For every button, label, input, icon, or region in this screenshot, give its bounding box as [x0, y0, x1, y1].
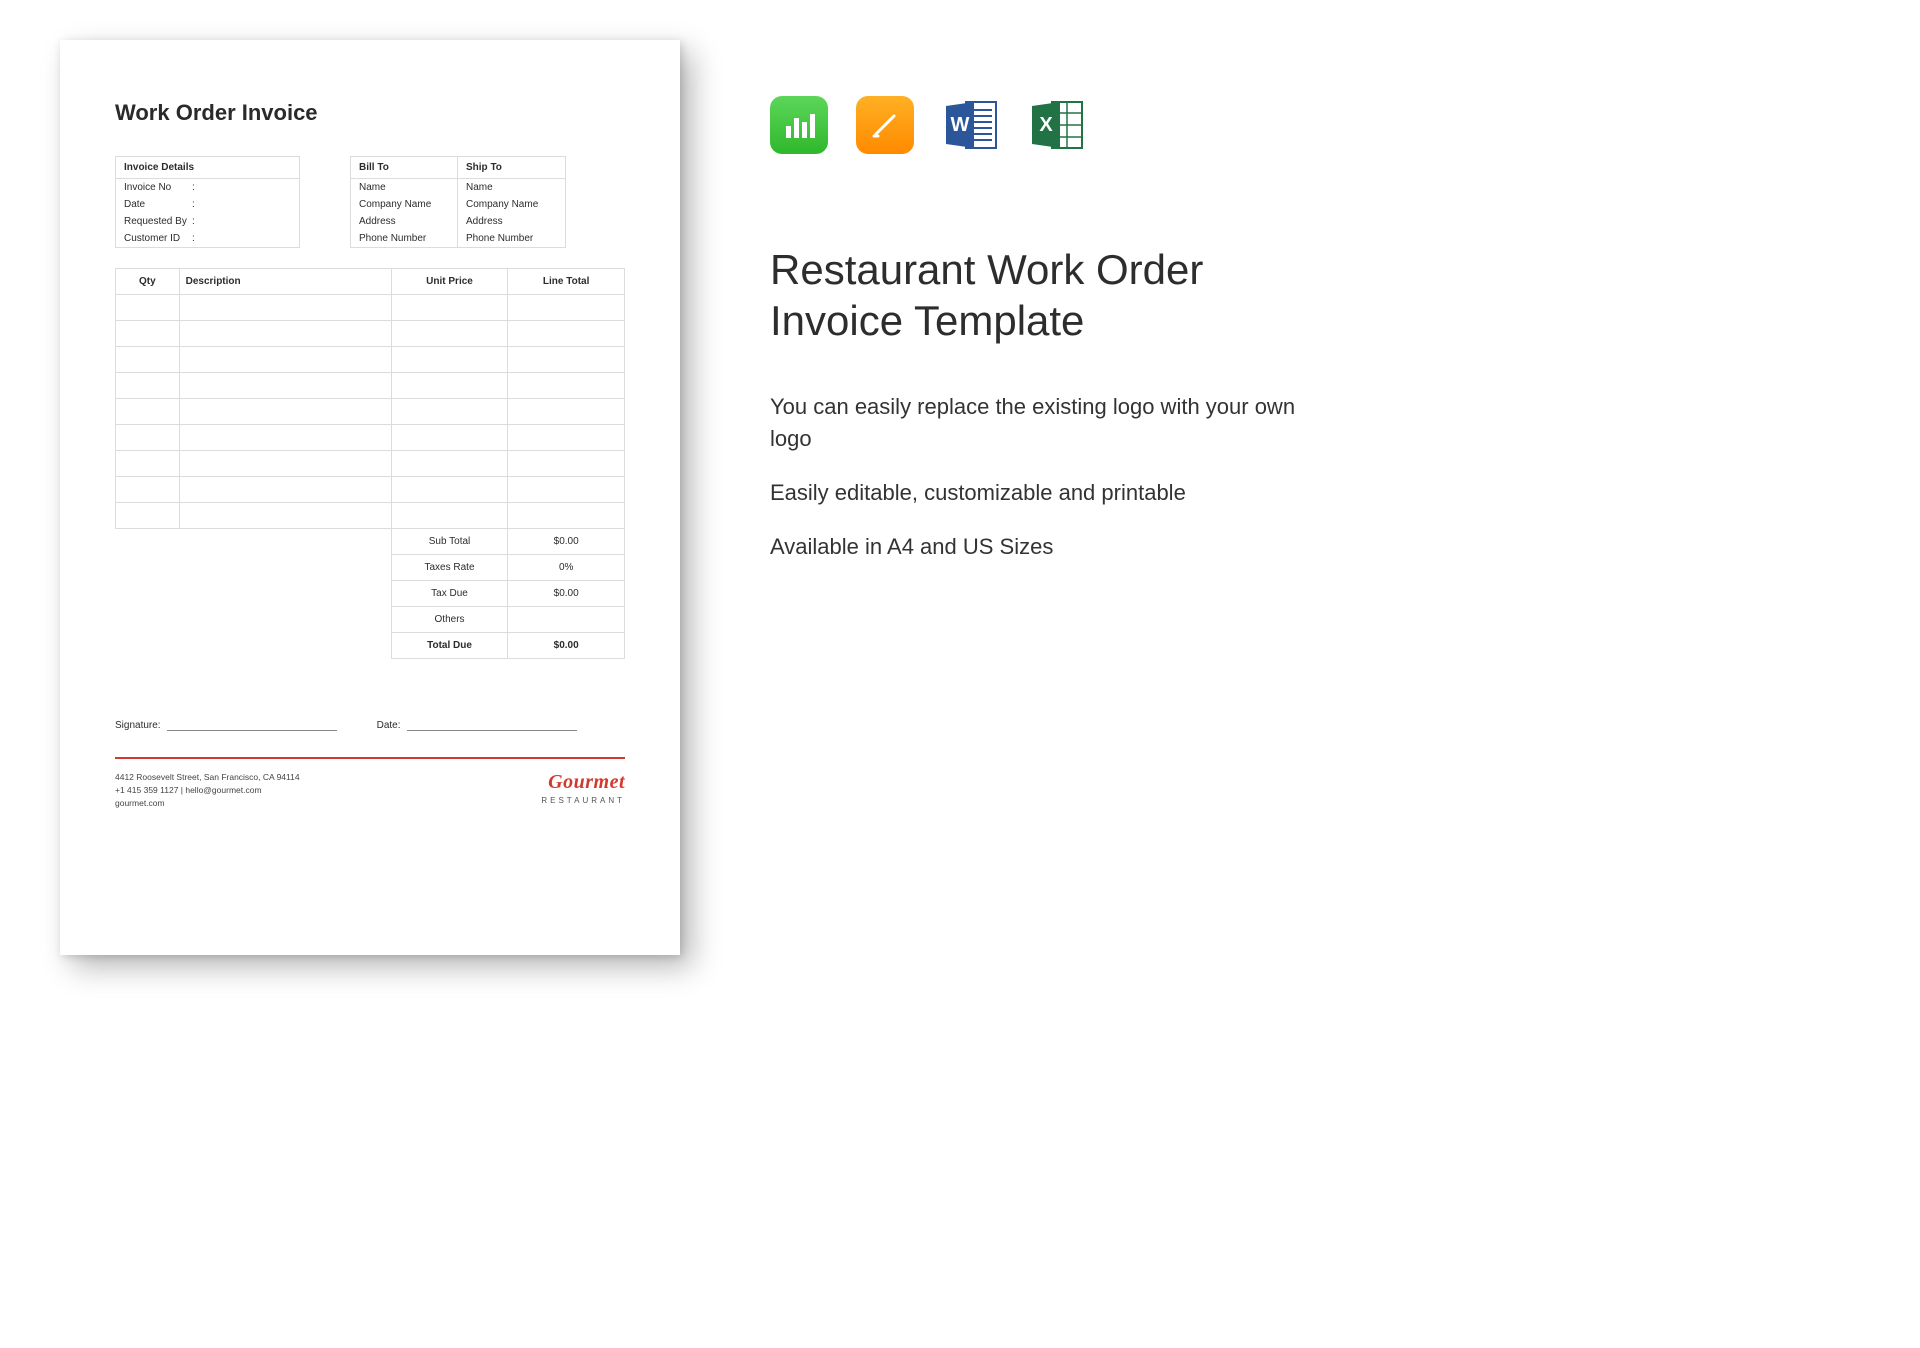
th-desc: Description — [179, 269, 391, 295]
totals-value — [508, 607, 625, 633]
table-row — [116, 347, 625, 373]
signature-label: Signature: — [115, 720, 161, 731]
product-title: Restaurant Work Order Invoice Template — [770, 244, 1310, 346]
totals-value: $0.00 — [508, 633, 625, 659]
party-row: Address — [351, 213, 457, 230]
feature-item: Easily editable, customizable and printa… — [770, 477, 1310, 509]
bill-to-header: Bill To — [351, 157, 457, 179]
product-panel: W X Restaurant Work Order Invoice Templa… — [770, 96, 1310, 585]
table-row — [116, 477, 625, 503]
feature-item: You can easily replace the existing logo… — [770, 391, 1310, 455]
totals-row: Taxes Rate0% — [116, 555, 625, 581]
totals-label: Tax Due — [391, 581, 508, 607]
footer-address: 4412 Roosevelt Street, San Francisco, CA… — [115, 771, 300, 809]
totals-label: Others — [391, 607, 508, 633]
invoice-field: Customer ID: — [116, 230, 299, 247]
divider — [115, 757, 625, 759]
footer-line: 4412 Roosevelt Street, San Francisco, CA… — [115, 771, 300, 784]
brand: Gourmet RESTAURANT — [541, 771, 625, 805]
totals-label: Total Due — [391, 633, 508, 659]
totals-value: $0.00 — [508, 581, 625, 607]
feature-list: You can easily replace the existing logo… — [770, 391, 1310, 563]
totals-label: Taxes Rate — [391, 555, 508, 581]
svg-text:W: W — [951, 114, 970, 136]
invoice-details-header: Invoice Details — [116, 157, 299, 179]
invoice-field: Requested By: — [116, 213, 299, 230]
date-line — [407, 719, 577, 731]
table-row — [116, 451, 625, 477]
info-row: Invoice Details Invoice No: Date: Reques… — [115, 156, 625, 248]
party-row: Address — [458, 213, 565, 230]
table-row — [116, 321, 625, 347]
numbers-icon — [770, 96, 828, 154]
brand-sub: RESTAURANT — [541, 796, 625, 805]
party-row: Phone Number — [458, 230, 565, 247]
format-icons: W X — [770, 96, 1310, 154]
document-preview: Work Order Invoice Invoice Details Invoi… — [60, 40, 680, 955]
invoice-field: Invoice No: — [116, 179, 299, 196]
signature-row: Signature: Date: — [115, 719, 625, 731]
table-row — [116, 373, 625, 399]
word-icon: W — [942, 96, 1000, 154]
title-line: Invoice Template — [770, 297, 1084, 344]
footer-line: gourmet.com — [115, 797, 300, 810]
totals-label: Sub Total — [391, 529, 508, 555]
doc-title: Work Order Invoice — [115, 100, 625, 126]
th-qty: Qty — [116, 269, 180, 295]
title-line: Restaurant Work Order — [770, 246, 1203, 293]
items-table: Qty Description Unit Price Line Total Su… — [115, 268, 625, 659]
bill-to-column: Bill To Name Company Name Address Phone … — [350, 156, 458, 248]
invoice-details-box: Invoice Details Invoice No: Date: Reques… — [115, 156, 300, 248]
bill-ship-box: Bill To Name Company Name Address Phone … — [350, 156, 566, 248]
party-row: Name — [458, 179, 565, 196]
totals-row: Tax Due$0.00 — [116, 581, 625, 607]
footer-line: +1 415 359 1127 | hello@gourmet.com — [115, 784, 300, 797]
totals-value: $0.00 — [508, 529, 625, 555]
th-unit: Unit Price — [391, 269, 508, 295]
totals-row: Sub Total$0.00 — [116, 529, 625, 555]
invoice-field: Date: — [116, 196, 299, 213]
excel-icon: X — [1028, 96, 1086, 154]
brand-name: Gourmet — [541, 771, 625, 794]
party-row: Company Name — [458, 196, 565, 213]
feature-item: Available in A4 and US Sizes — [770, 531, 1310, 563]
signature-field: Signature: — [115, 719, 337, 731]
date-label: Date: — [377, 720, 401, 731]
th-line: Line Total — [508, 269, 625, 295]
totals-row: Total Due$0.00 — [116, 633, 625, 659]
party-row: Name — [351, 179, 457, 196]
table-row — [116, 503, 625, 529]
table-row — [116, 425, 625, 451]
party-row: Company Name — [351, 196, 457, 213]
party-row: Phone Number — [351, 230, 457, 247]
totals-row: Others — [116, 607, 625, 633]
signature-line — [167, 719, 337, 731]
svg-text:X: X — [1039, 114, 1053, 136]
date-field: Date: — [377, 719, 577, 731]
totals-value: 0% — [508, 555, 625, 581]
pages-icon — [856, 96, 914, 154]
table-row — [116, 295, 625, 321]
ship-to-column: Ship To Name Company Name Address Phone … — [458, 156, 566, 248]
ship-to-header: Ship To — [458, 157, 565, 179]
footer: 4412 Roosevelt Street, San Francisco, CA… — [115, 771, 625, 809]
table-row — [116, 399, 625, 425]
